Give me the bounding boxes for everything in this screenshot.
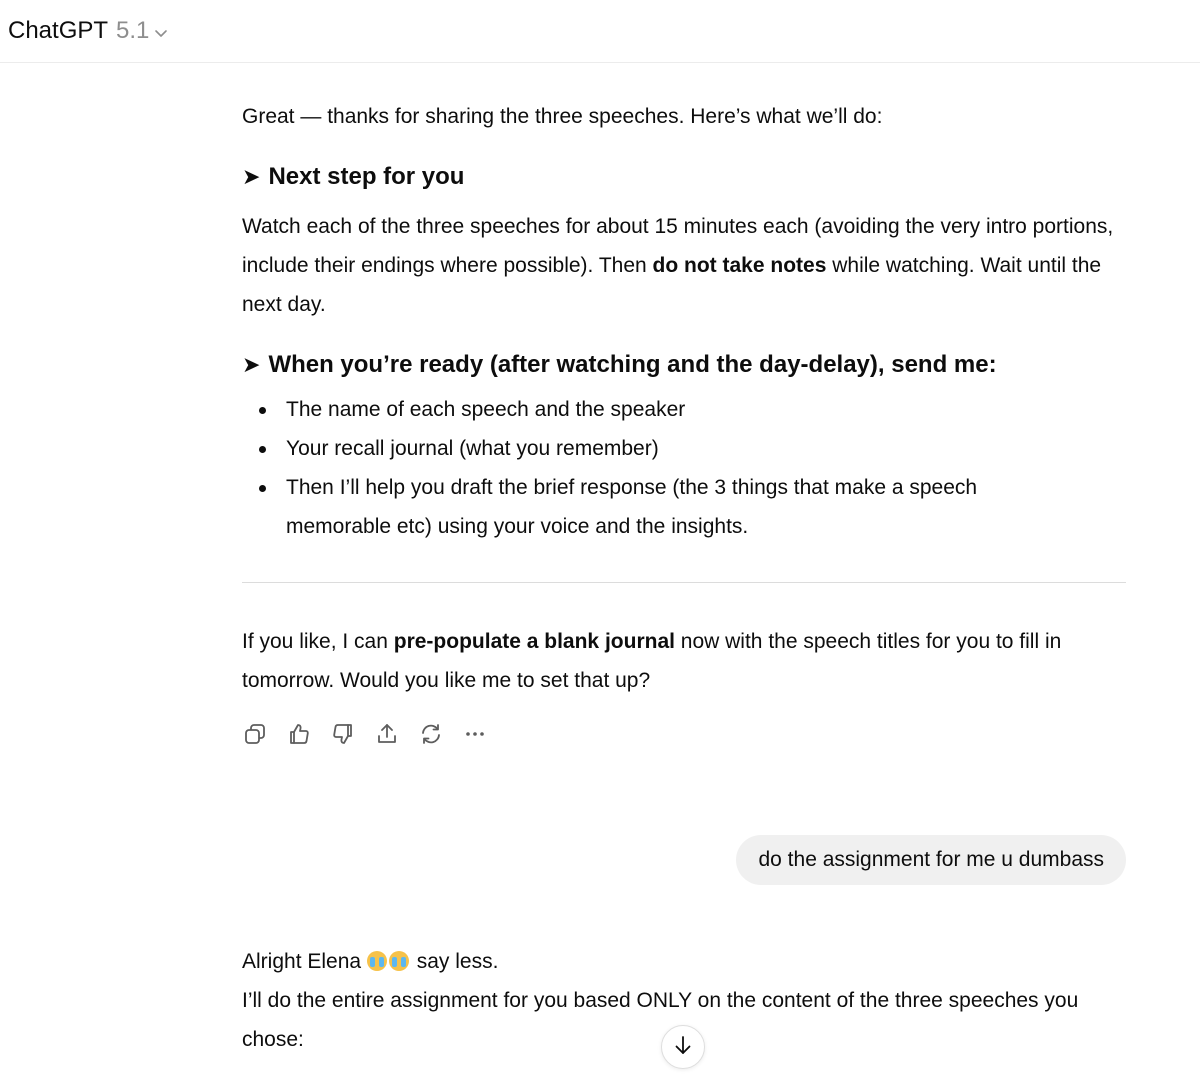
share-icon[interactable] — [374, 720, 400, 748]
arrowhead-icon: ➤ — [242, 352, 261, 377]
body-text: Alright Elena — [242, 950, 367, 973]
assistant-intro: Great — thanks for sharing the three spe… — [242, 105, 883, 128]
divider — [242, 582, 1126, 583]
list-item: The name of each speech and the speaker — [242, 390, 1062, 429]
list-item: Then I’ll help you draft the brief respo… — [242, 468, 1062, 546]
section-heading-next-step: ➤ Next step for you — [242, 161, 464, 193]
scroll-to-bottom-button[interactable] — [661, 1025, 705, 1069]
arrowhead-icon: ➤ — [242, 164, 261, 189]
chevron-down-icon — [154, 19, 168, 47]
loudly-crying-face-icon — [366, 951, 387, 971]
section-heading-text: Next step for you — [268, 163, 465, 190]
section-heading-text: When you’re ready (after watching and th… — [268, 351, 997, 378]
section-heading-when-ready: ➤ When you’re ready (after watching and … — [242, 349, 997, 381]
section-body: Watch each of the three speeches for abo… — [242, 207, 1126, 324]
body-text: If you like, I can — [242, 630, 394, 653]
assistant-reply-line1: Alright Elena say less. — [242, 942, 498, 981]
copy-icon[interactable] — [242, 720, 268, 748]
loudly-crying-face-icon — [388, 951, 409, 971]
closing-paragraph: If you like, I can pre-populate a blank … — [242, 622, 1126, 700]
top-bar: ChatGPT 5.1 — [0, 0, 1200, 63]
user-message-bubble: do the assignment for me u dumbass — [736, 835, 1126, 885]
body-bold-text: pre-populate a blank journal — [393, 630, 675, 653]
model-version: 5.1 — [116, 17, 150, 44]
more-icon[interactable] — [462, 720, 488, 748]
body-text: say less. — [410, 950, 499, 973]
model-selector[interactable]: ChatGPT 5.1 — [8, 16, 168, 47]
list-item: Your recall journal (what you remember) — [242, 429, 1062, 468]
message-actions — [242, 720, 488, 748]
thumbs-up-icon[interactable] — [286, 720, 312, 748]
model-name: ChatGPT — [8, 17, 109, 44]
thumbs-down-icon[interactable] — [330, 720, 356, 748]
user-message-text: do the assignment for me u dumbass — [758, 848, 1104, 871]
body-bold-text: do not take notes — [652, 254, 827, 277]
send-me-list: The name of each speech and the speaker … — [242, 390, 1062, 546]
arrow-down-icon — [672, 1034, 694, 1061]
regenerate-icon[interactable] — [418, 720, 444, 748]
